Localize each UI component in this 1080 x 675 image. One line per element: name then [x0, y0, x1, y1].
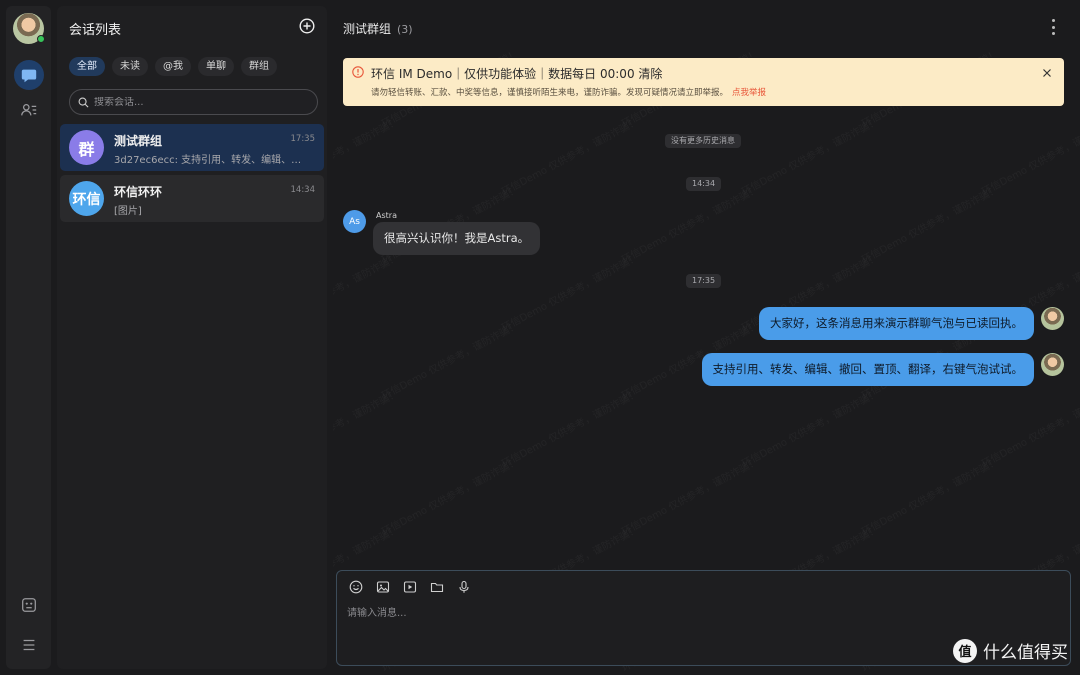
online-status-dot [37, 35, 45, 43]
watermark-text: 环信Demo 仅供参考，谨防诈骗！ [738, 385, 880, 470]
watermark-text: 环信Demo 仅供参考，谨防诈骗！ [378, 317, 520, 402]
group-avatar: 群 [69, 130, 104, 165]
close-icon[interactable] [1042, 68, 1052, 78]
watermark-text: 环信Demo 仅供参考，谨防诈骗！ [378, 453, 520, 538]
conversation-item[interactable]: 群 测试群组 17:35 3d27ec6ecc: 支持引用、转发、编辑、撤回、置… [60, 124, 324, 171]
conversation-panel: 会话列表 全部 未读 @我 单聊 群组 群 测试群组 17:35 3d27ec6… [57, 6, 327, 669]
watermark-text: 环信Demo 仅供参考，谨防诈骗！ [858, 181, 1000, 266]
watermark-text: 环信Demo 仅供参考，谨防诈骗！ [858, 453, 1000, 538]
search-input[interactable] [94, 96, 294, 108]
conversation-item[interactable]: 环信 环信环环 14:34 [图片] [60, 175, 324, 222]
watermark-text: 环信Demo 仅供参考，谨防诈骗！ [978, 113, 1080, 198]
conversation-preview: 3d27ec6ecc: 支持引用、转发、编辑、撤回、置顶 [114, 155, 306, 166]
nav-chat-button[interactable] [14, 60, 44, 90]
brand-logo: 值 [953, 638, 977, 663]
microphone-icon[interactable] [457, 580, 471, 594]
filter-single-chat[interactable]: 单聊 [198, 57, 234, 76]
nav-rail [6, 6, 51, 669]
watermark-text: 环信Demo 仅供参考，谨防诈骗！ [498, 249, 640, 334]
menu-icon [23, 639, 35, 651]
nav-console-button[interactable] [14, 590, 44, 620]
message-bubble-incoming[interactable]: 很高兴认识你！我是Astra。 [373, 222, 541, 255]
watermark-text: 环信Demo 仅供参考，谨防诈骗！ [498, 113, 640, 198]
conversation-time: 14:34 [290, 185, 316, 195]
chat-title: 测试群组 [343, 22, 392, 36]
nav-menu-button[interactable] [14, 630, 44, 660]
timestamp-divider: 17:35 [686, 274, 722, 288]
watermark-text: 环信Demo 仅供参考，谨防诈骗！ [333, 113, 400, 198]
brand-name: 什么值得买 [983, 643, 1068, 663]
conversation-name: 环信环环 [114, 185, 163, 199]
conversation-time: 17:35 [290, 134, 316, 144]
conversation-preview: [图片] [114, 206, 142, 217]
search-icon [78, 97, 89, 107]
add-conversation-icon[interactable] [299, 18, 315, 34]
report-link[interactable]: 点我举报 [732, 88, 766, 98]
my-avatar[interactable] [1041, 353, 1064, 376]
watermark-text: 环信Demo 仅供参考，谨防诈骗！ [978, 385, 1080, 470]
sender-avatar[interactable]: As [343, 210, 366, 233]
chat-area: 环信Demo 仅供参考，谨防诈骗！环信Demo 仅供参考，谨防诈骗！环信Demo… [333, 0, 1080, 675]
message-bubble-outgoing[interactable]: 大家好，这条消息用来演示群聊气泡与已读回执。 [759, 307, 1034, 340]
contact-avatar: 环信 [69, 181, 104, 216]
message-input[interactable] [347, 604, 1047, 654]
no-more-history-tag: 没有更多历史消息 [665, 134, 741, 148]
watermark-text: 环信Demo 仅供参考，谨防诈骗！ [498, 385, 640, 470]
filter-groups[interactable]: 群组 [241, 57, 277, 76]
watermark-text: 环信Demo 仅供参考，谨防诈骗！ [333, 385, 400, 470]
my-avatar[interactable] [1041, 307, 1064, 330]
watermark-text: 环信Demo 仅供参考，谨防诈骗！ [618, 181, 760, 266]
conversation-search [69, 89, 318, 115]
conversation-list-title: 会话列表 [69, 23, 122, 38]
warning-icon [352, 66, 364, 78]
notice-text: 请勿轻信转账、汇款、中奖等信息，谨慎接听陌生来电，谨防诈骗。发现可疑情况请立即举… [371, 88, 767, 98]
sender-name: Astra [376, 211, 397, 220]
demo-notice-banner: 环信 IM Demo｜仅供功能体验｜数据每日 00:00 清除 请勿轻信转账、汇… [343, 58, 1064, 106]
image-icon[interactable] [376, 580, 390, 594]
folder-icon[interactable] [430, 580, 444, 594]
watermark-text: 环信Demo 仅供参考，谨防诈骗！ [618, 453, 760, 538]
video-icon[interactable] [403, 580, 417, 594]
filter-mentions[interactable]: @我 [155, 57, 191, 76]
notice-title: 环信 IM Demo｜仅供功能体验｜数据每日 00:00 清除 [371, 67, 663, 81]
contacts-icon [21, 103, 37, 116]
watermark-text: 环信Demo 仅供参考，谨防诈骗！ [738, 113, 880, 198]
nav-contacts-button[interactable] [14, 95, 44, 125]
conversation-filters: 全部 未读 @我 单聊 群组 [69, 57, 277, 76]
watermark-text: 环信Demo 仅供参考，谨防诈骗！ [333, 249, 400, 334]
timestamp-divider: 14:34 [686, 177, 722, 191]
filter-unread[interactable]: 未读 [112, 57, 148, 76]
user-avatar[interactable] [13, 13, 45, 44]
member-count: (3) [397, 23, 413, 36]
conversation-name: 测试群组 [114, 134, 163, 148]
chat-bubble-icon [21, 69, 37, 83]
message-bubble-outgoing[interactable]: 支持引用、转发、编辑、撤回、置顶、翻译，右键气泡试试。 [701, 353, 1034, 386]
robot-face-icon [22, 598, 36, 612]
more-options-icon[interactable] [1050, 19, 1056, 35]
emoji-icon[interactable] [349, 580, 363, 594]
chat-header: 测试群组 (3) [343, 20, 413, 37]
composer-toolbar [349, 580, 471, 594]
filter-all[interactable]: 全部 [69, 57, 105, 76]
site-watermark: 值 什么值得买 [953, 638, 1068, 663]
